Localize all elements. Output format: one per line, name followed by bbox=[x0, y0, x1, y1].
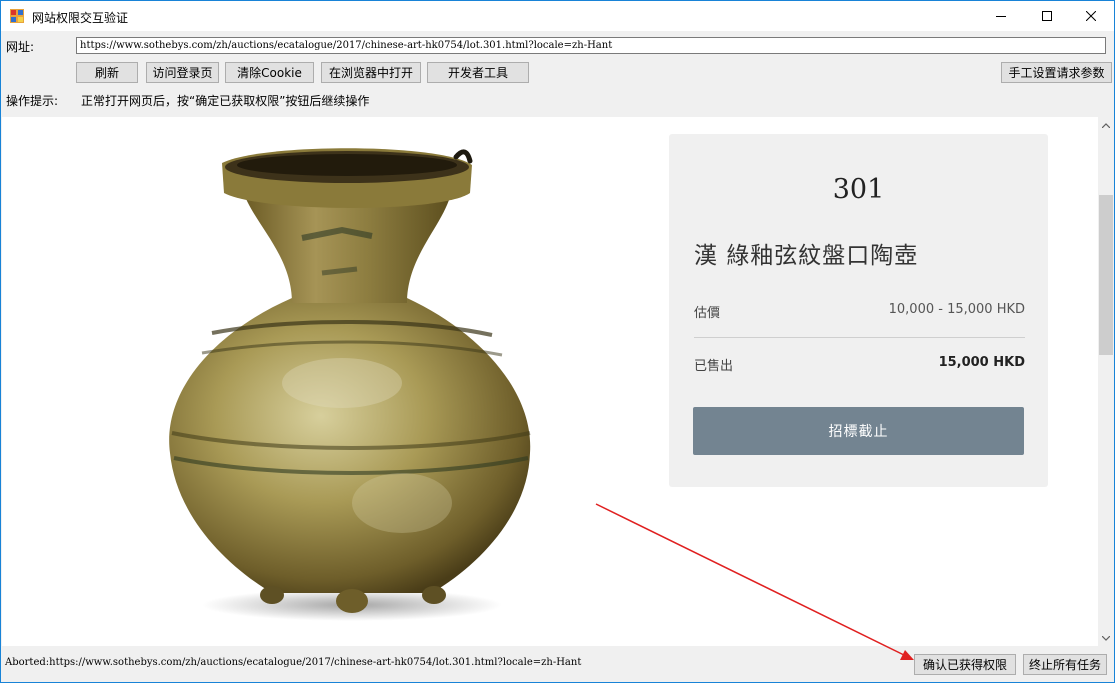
minimize-icon bbox=[996, 16, 1006, 17]
dev-tools-button[interactable]: 开发者工具 bbox=[427, 62, 529, 83]
url-label: 网址: bbox=[6, 40, 35, 54]
close-button[interactable] bbox=[1068, 1, 1114, 31]
manual-params-button[interactable]: 手工设置请求参数 bbox=[1001, 62, 1112, 83]
clear-cookie-button[interactable]: 清除Cookie bbox=[225, 62, 314, 83]
url-input[interactable] bbox=[76, 37, 1106, 54]
lot-number: 301 bbox=[832, 174, 885, 205]
estimate-label: 估價 bbox=[694, 306, 721, 321]
maximize-button[interactable] bbox=[1024, 1, 1070, 31]
estimate-value: 10,000 - 15,000 HKD bbox=[888, 302, 1025, 317]
bidding-closed-button[interactable]: 招標截止 bbox=[693, 407, 1024, 455]
scroll-up-button[interactable] bbox=[1098, 117, 1114, 133]
visit-login-button[interactable]: 访问登录页 bbox=[146, 62, 219, 83]
green-glazed-jar-image bbox=[169, 148, 531, 621]
app-icon bbox=[10, 9, 24, 23]
maximize-icon bbox=[1042, 11, 1052, 21]
close-icon bbox=[1086, 11, 1096, 21]
title-bar: 网站权限交互验证 bbox=[1, 1, 1114, 31]
card-divider bbox=[694, 337, 1025, 338]
vertical-scrollbar[interactable] bbox=[1098, 117, 1114, 646]
lot-info-card: 301 漢 綠釉弦紋盤口陶壺 估價 10,000 - 15,000 HKD 已售… bbox=[669, 134, 1048, 487]
confirm-permission-button[interactable]: 确认已获得权限 bbox=[914, 654, 1016, 675]
sold-label: 已售出 bbox=[694, 359, 734, 374]
open-in-browser-button[interactable]: 在浏览器中打开 bbox=[321, 62, 421, 83]
hint-text: 正常打开网页后，按“确定已获取权限”按钮后继续操作 bbox=[81, 94, 370, 108]
minimize-button[interactable] bbox=[978, 1, 1024, 31]
stop-all-tasks-button[interactable]: 终止所有任务 bbox=[1023, 654, 1107, 675]
web-browser-view[interactable]: 301 漢 綠釉弦紋盤口陶壺 估價 10,000 - 15,000 HKD 已售… bbox=[2, 117, 1098, 646]
scroll-down-button[interactable] bbox=[1098, 630, 1114, 646]
refresh-button[interactable]: 刷新 bbox=[76, 62, 138, 83]
window-title: 网站权限交互验证 bbox=[32, 11, 129, 25]
chevron-down-icon bbox=[1102, 635, 1110, 641]
sold-value: 15,000 HKD bbox=[938, 355, 1025, 370]
hint-label: 操作提示: bbox=[6, 94, 59, 108]
scroll-thumb[interactable] bbox=[1099, 195, 1113, 355]
status-text: Aborted:https://www.sothebys.com/zh/auct… bbox=[5, 657, 582, 668]
chevron-up-icon bbox=[1102, 122, 1110, 128]
lot-title: 漢 綠釉弦紋盤口陶壺 bbox=[694, 243, 919, 269]
app-window: 网站权限交互验证 网址: 刷新 访问登录页 清除Cookie 在浏览器中打开 开… bbox=[0, 0, 1115, 683]
